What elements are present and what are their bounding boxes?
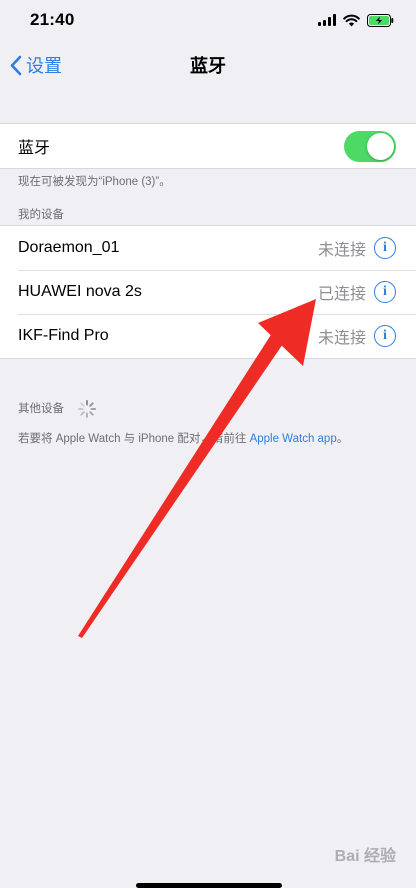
wifi-icon xyxy=(343,14,360,26)
device-row-ikf[interactable]: IKF-Find Pro 未连接 i xyxy=(0,314,416,358)
battery-charging-icon xyxy=(367,13,394,27)
device-status: 未连接 xyxy=(317,330,366,347)
bluetooth-row: 蓝牙 xyxy=(0,124,416,168)
bluetooth-toggle[interactable] xyxy=(344,130,396,162)
info-icon[interactable]: i xyxy=(374,237,396,259)
device-name: HUAWEI nova 2s xyxy=(18,283,142,300)
device-row-huawei[interactable]: HUAWEI nova 2s 已连接 i xyxy=(0,270,416,314)
navigation-bar: 设置 蓝牙 xyxy=(0,40,416,90)
info-icon[interactable]: i xyxy=(374,325,396,347)
device-name: IKF-Find Pro xyxy=(18,327,109,344)
other-devices-header: 其他设备 xyxy=(18,399,97,419)
device-name: Doraemon_01 xyxy=(18,239,120,256)
device-row-doraemon[interactable]: Doraemon_01 未连接 i xyxy=(0,226,416,270)
page-title: 蓝牙 xyxy=(190,56,226,76)
apple-watch-app-link[interactable]: Apple Watch app xyxy=(250,433,337,445)
my-devices-list: Doraemon_01 未连接 i HUAWEI nova 2s 已连接 i I… xyxy=(0,225,416,359)
toggle-knob xyxy=(367,132,394,160)
back-button[interactable]: 设置 xyxy=(10,52,62,78)
cellular-signal-icon xyxy=(318,14,336,26)
watermark-logo: Bai 经验 xyxy=(334,848,396,865)
back-label: 设置 xyxy=(26,56,62,76)
discoverable-note: 现在可被发现为“iPhone (3)”。 xyxy=(18,176,171,188)
bluetooth-toggle-group: 蓝牙 xyxy=(0,123,416,169)
apple-watch-note-text: 若要将 Apple Watch 与 iPhone 配对，请前往 xyxy=(18,433,250,445)
home-indicator[interactable] xyxy=(136,883,282,888)
device-status: 未连接 xyxy=(317,242,366,259)
status-bar: 21:40 xyxy=(0,0,416,40)
chevron-left-icon xyxy=(10,55,22,75)
status-time: 21:40 xyxy=(30,10,75,29)
apple-watch-note-end: 。 xyxy=(336,433,349,445)
bluetooth-label: 蓝牙 xyxy=(18,140,51,157)
info-icon[interactable]: i xyxy=(374,281,396,303)
arrow-shaft xyxy=(78,330,287,638)
device-status: 已连接 xyxy=(317,286,366,303)
my-devices-header: 我的设备 xyxy=(18,209,64,221)
apple-watch-note: 若要将 Apple Watch 与 iPhone 配对，请前往 Apple Wa… xyxy=(18,430,348,446)
status-icons xyxy=(318,13,394,27)
loading-spinner-icon xyxy=(78,400,97,418)
other-devices-label: 其他设备 xyxy=(18,403,64,416)
